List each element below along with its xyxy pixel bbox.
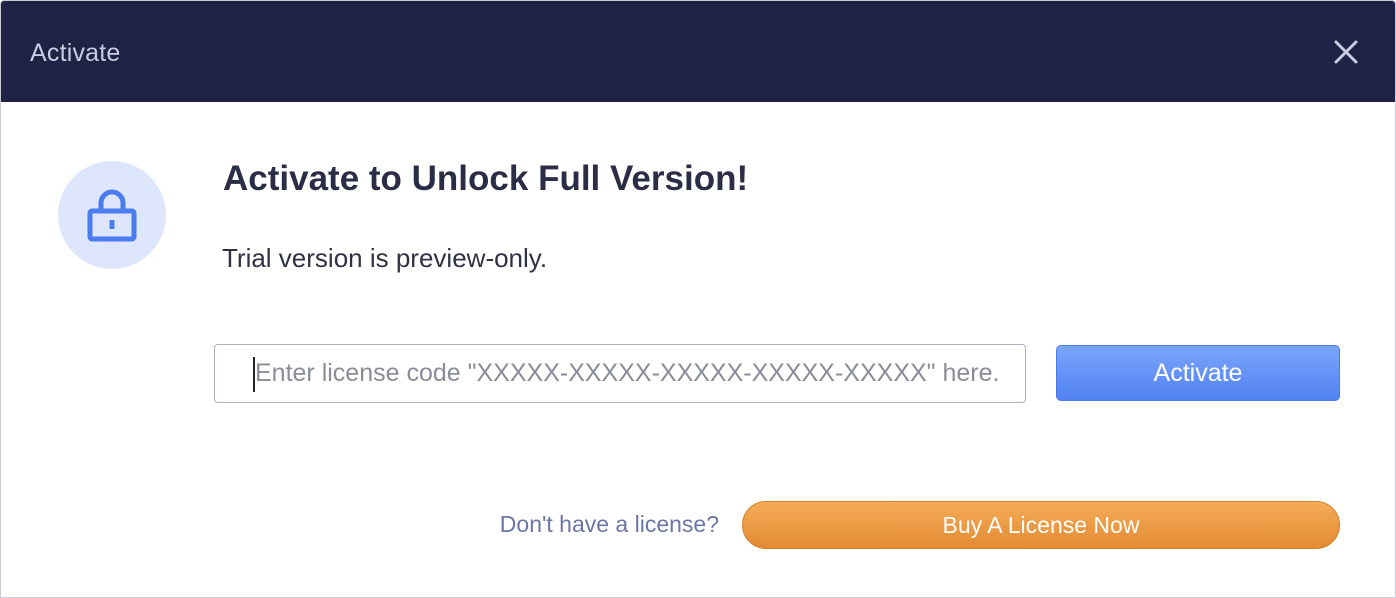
- activate-dialog: Activate Activate to Unlock Full Version…: [0, 0, 1396, 598]
- buy-license-button[interactable]: Buy A License Now: [742, 501, 1340, 549]
- lock-icon: [87, 189, 137, 242]
- activate-button[interactable]: Activate: [1056, 345, 1340, 401]
- close-icon: [1334, 40, 1358, 64]
- close-button[interactable]: [1329, 35, 1363, 69]
- subtext: Trial version is preview-only.: [222, 243, 548, 273]
- window-title: Activate: [30, 39, 121, 67]
- text-caret: [253, 357, 255, 392]
- headline: Activate to Unlock Full Version!: [223, 159, 749, 198]
- lock-badge: [58, 161, 166, 269]
- no-license-prompt: Don't have a license?: [499, 511, 719, 537]
- title-bar: Activate: [1, 1, 1395, 102]
- license-code-input[interactable]: [214, 344, 1026, 403]
